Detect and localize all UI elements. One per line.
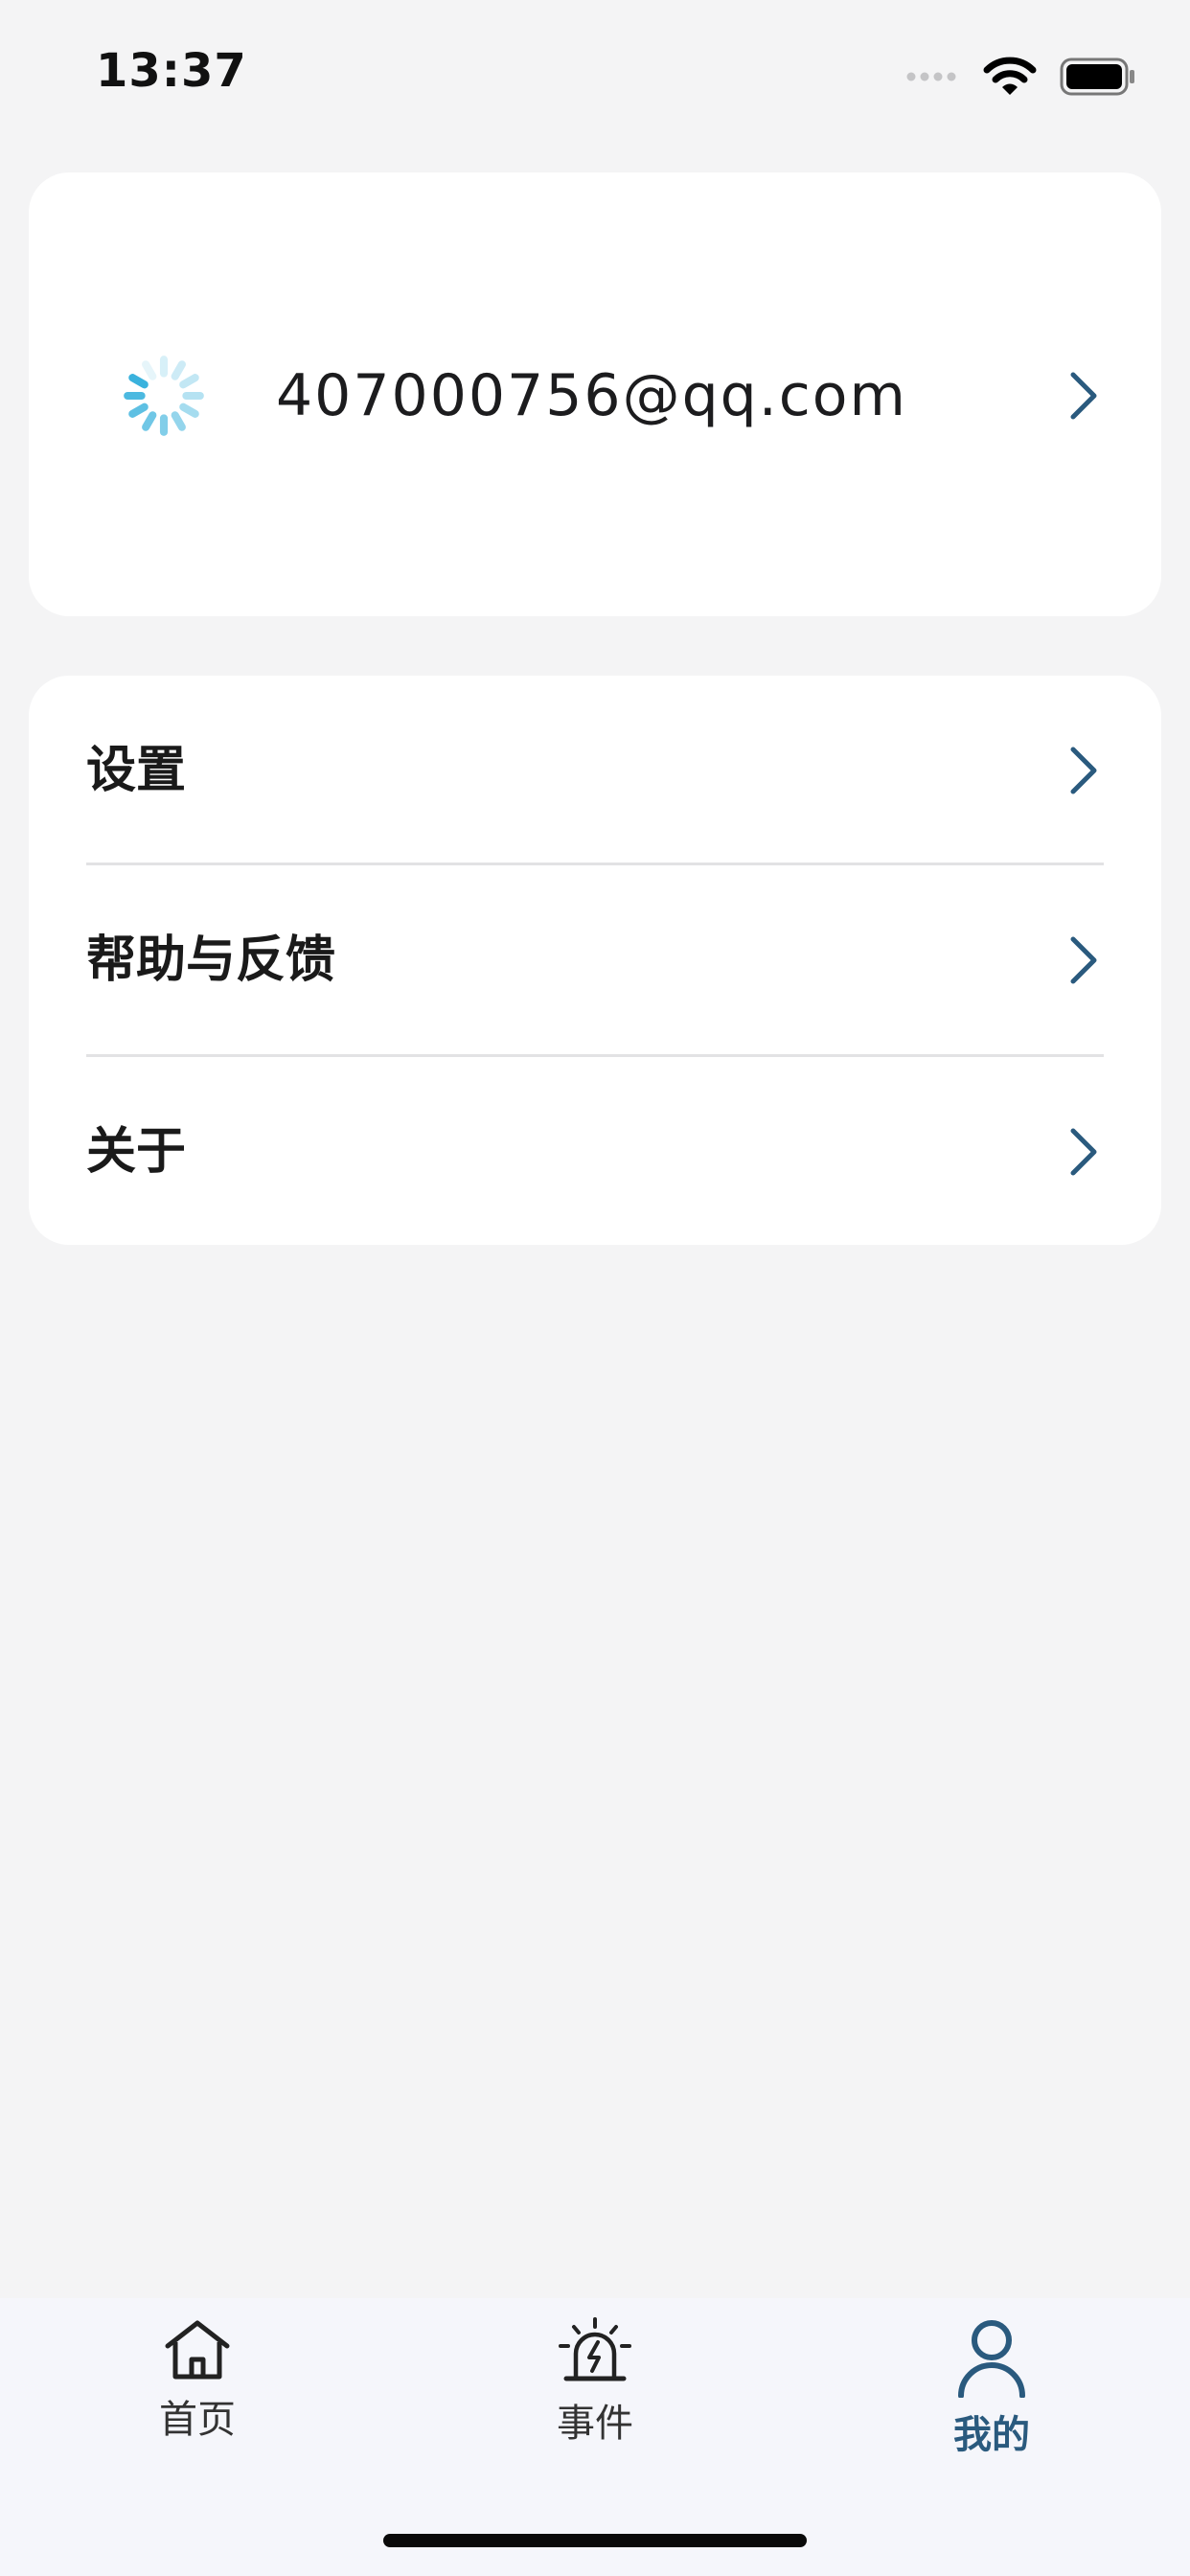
tab-mine[interactable]: 我的 <box>886 2317 1097 2461</box>
profile-email: 407000756@qq.com <box>276 362 907 429</box>
chevron-right-icon <box>1070 1128 1097 1176</box>
tab-label: 我的 <box>953 2413 1030 2457</box>
menu-item-label: 帮助与反馈 <box>86 932 336 989</box>
alarm-icon <box>559 2317 631 2381</box>
status-bar: 13:37 <box>0 0 1190 144</box>
battery-icon <box>1060 58 1134 96</box>
tab-events[interactable]: 事件 <box>490 2317 700 2461</box>
menu-item-help-feedback[interactable]: 帮助与反馈 <box>57 865 1104 1055</box>
tab-label: 首页 <box>159 2398 236 2442</box>
menu-item-about[interactable]: 关于 <box>57 1057 1104 1247</box>
menu-item-label: 关于 <box>86 1123 187 1181</box>
status-icons <box>906 54 1136 100</box>
status-time: 13:37 <box>96 44 247 98</box>
loading-spinner-icon <box>124 356 204 436</box>
tab-home[interactable]: 首页 <box>92 2317 303 2461</box>
tab-label: 事件 <box>557 2402 633 2446</box>
chevron-right-icon <box>1070 747 1097 794</box>
chevron-right-icon <box>1070 372 1097 420</box>
signal-icon <box>906 72 956 81</box>
user-icon <box>958 2320 1025 2398</box>
wifi-icon <box>983 57 1037 95</box>
profile-screen: 13:37 407000756@qq.com 设置 帮助与反馈 关于 首页 事件… <box>0 0 1190 2576</box>
home-icon <box>165 2320 230 2380</box>
menu-item-label: 设置 <box>86 742 187 799</box>
home-indicator[interactable] <box>383 2534 807 2547</box>
chevron-right-icon <box>1070 936 1097 984</box>
menu-item-settings[interactable]: 设置 <box>57 676 1104 865</box>
